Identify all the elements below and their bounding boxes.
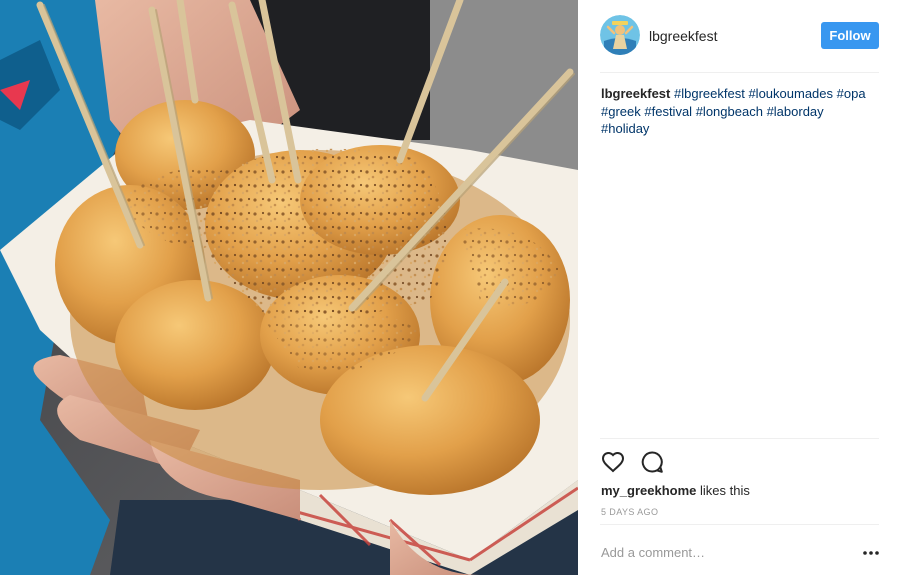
post-side-panel: lbgreekfest Follow lbgreekfest #lbgreekf…: [578, 0, 900, 575]
hashtag-link[interactable]: #greek: [601, 104, 641, 119]
hashtag-link[interactable]: #holiday: [601, 121, 649, 136]
liker-username[interactable]: my_greekhome: [601, 483, 696, 498]
more-options-icon[interactable]: [862, 546, 880, 560]
likes-suffix: likes this: [696, 483, 750, 498]
divider: [600, 72, 879, 73]
heart-icon[interactable]: [601, 450, 625, 474]
post-photo[interactable]: [0, 0, 578, 575]
comment-icon[interactable]: [640, 450, 664, 474]
post-header: lbgreekfest Follow: [578, 0, 900, 72]
likes-summary: my_greekhome likes this: [601, 483, 750, 498]
divider: [600, 524, 879, 525]
divider: [600, 438, 879, 439]
hashtag-link[interactable]: #lbgreekfest: [674, 86, 745, 101]
header-username[interactable]: lbgreekfest: [649, 28, 717, 44]
hashtag-link[interactable]: #loukoumades: [748, 86, 833, 101]
hashtag-link[interactable]: #longbeach: [696, 104, 763, 119]
hashtag-link[interactable]: #festival: [644, 104, 692, 119]
hashtag-link[interactable]: #laborday: [767, 104, 824, 119]
follow-button[interactable]: Follow: [821, 22, 879, 49]
greek-fest-logo-icon[interactable]: [600, 15, 640, 55]
post-timestamp[interactable]: 5 DAYS AGO: [601, 507, 658, 517]
post-caption: lbgreekfest #lbgreekfest #loukoumades #o…: [601, 85, 883, 138]
comment-input[interactable]: Add a comment…: [601, 545, 705, 560]
instagram-post: lbgreekfest Follow lbgreekfest #lbgreekf…: [0, 0, 900, 575]
loukoumades-photo: [0, 0, 578, 575]
caption-username[interactable]: lbgreekfest: [601, 86, 670, 101]
hashtag-link[interactable]: #opa: [837, 86, 866, 101]
